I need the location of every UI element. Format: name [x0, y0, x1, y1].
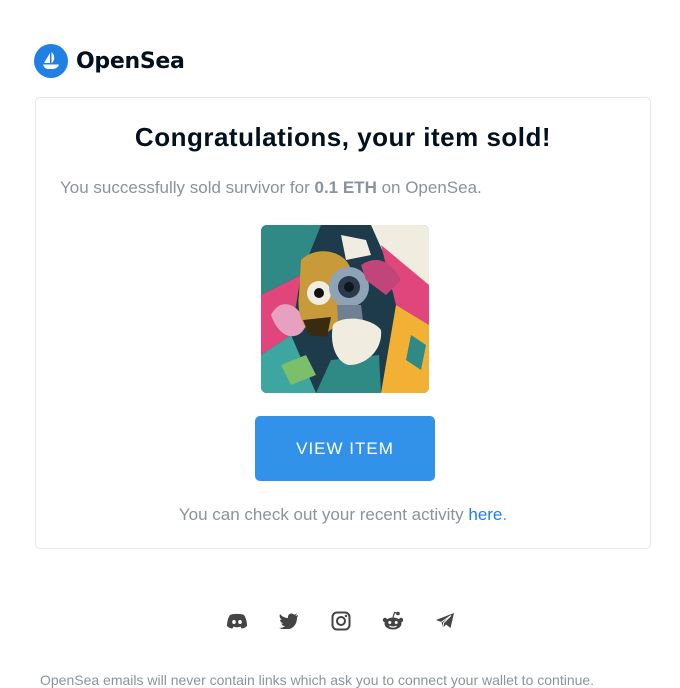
item-image[interactable] — [261, 225, 429, 393]
activity-link[interactable]: here — [468, 505, 502, 524]
sale-card: Congratulations, your item sold! You suc… — [35, 97, 651, 549]
discord-icon[interactable] — [224, 610, 250, 632]
reddit-icon[interactable] — [380, 610, 406, 632]
footer-disclaimer: OpenSea emails will never contain links … — [40, 672, 595, 688]
sold-suffix: on OpenSea. — [376, 178, 482, 197]
sold-prefix: You successfully sold survivor for — [60, 178, 315, 197]
twitter-icon[interactable] — [276, 610, 302, 632]
page-title: Congratulations, your item sold! — [134, 122, 552, 152]
brand-name: OpenSea — [76, 48, 185, 74]
activity-message: You can check out your recent activity h… — [36, 505, 650, 525]
activity-suffix: . — [502, 505, 508, 524]
sold-message: You successfully sold survivor for 0.1 E… — [60, 178, 482, 198]
opensea-logo-icon[interactable] — [34, 44, 68, 78]
instagram-icon[interactable] — [328, 610, 354, 632]
telegram-icon[interactable] — [432, 610, 458, 632]
header: OpenSea — [34, 44, 185, 78]
social-links — [224, 610, 458, 632]
activity-prefix: You can check out your recent activity — [178, 505, 469, 524]
view-item-button[interactable]: VIEW ITEM — [255, 416, 435, 481]
sale-price: 0.1 ETH — [314, 178, 377, 197]
